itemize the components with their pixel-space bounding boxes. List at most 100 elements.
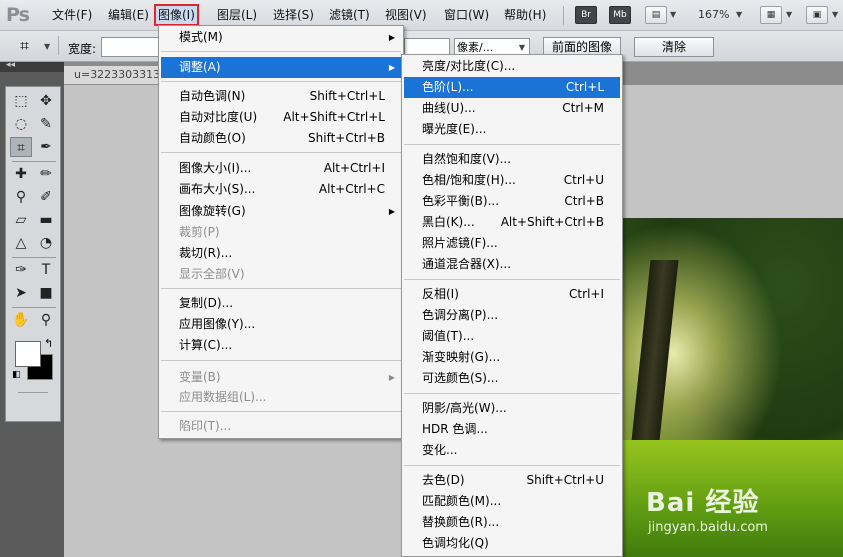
mini-bridge-button[interactable]: Mb	[609, 6, 631, 24]
menu-item-auto-contrast[interactable]: 自动对比度(U) Alt+Shift+Ctrl+L	[161, 107, 401, 128]
menu-help[interactable]: 帮助(H)	[501, 5, 549, 25]
brush-tool-icon[interactable]: ✏	[35, 164, 57, 184]
menu-item-label: 色相/饱和度(H)...	[422, 173, 516, 187]
crop-tool-icon[interactable]: ⌗	[20, 36, 29, 56]
menu-item-mode[interactable]: 模式(M) ▶	[161, 27, 401, 48]
menu-item-adjust[interactable]: 调整(A) ▶	[161, 57, 401, 78]
menu-item-auto-color[interactable]: 自动颜色(O) Shift+Ctrl+B	[161, 128, 401, 149]
screen-mode-icon[interactable]: ▣	[806, 6, 828, 24]
shortcut: Shift+Ctrl+B	[308, 131, 385, 145]
image-menu: 模式(M) ▶ 调整(A) ▶ 自动色调(N) Shift+Ctrl+L 自动对比度(…	[158, 25, 404, 439]
menu-edit[interactable]: 编辑(E)	[105, 5, 152, 25]
menu-item-auto-tone[interactable]: 自动色调(N) Shift+Ctrl+L	[161, 86, 401, 107]
menu-item-image-size[interactable]: 图像大小(I)... Alt+Ctrl+I	[161, 158, 401, 179]
clone-stamp-icon[interactable]: ⚲	[10, 187, 32, 207]
shortcut: Ctrl+M	[562, 101, 604, 115]
menu-item-variations[interactable]: 变化...	[404, 440, 620, 461]
hand-tool-icon[interactable]: ✋	[10, 310, 32, 330]
menu-filter[interactable]: 滤镜(T)	[326, 5, 373, 25]
menu-item-label: 自然饱和度(V)...	[422, 152, 512, 166]
eraser-tool-icon[interactable]: ▱	[10, 210, 32, 230]
width-input[interactable]	[101, 37, 161, 57]
menu-item-label: 自动对比度(U)	[179, 110, 258, 124]
menu-item-replace-color[interactable]: 替换颜色(R)...	[404, 512, 620, 533]
menu-item-label: 反相(I)	[422, 287, 459, 301]
menu-item-duplicate[interactable]: 复制(D)...	[161, 293, 401, 314]
shortcut: Alt+Shift+Ctrl+L	[283, 110, 385, 124]
menu-item-apply-image[interactable]: 应用图像(Y)...	[161, 314, 401, 335]
menu-separator	[161, 288, 401, 289]
menu-window[interactable]: 窗口(W)	[441, 5, 492, 25]
chevron-down-icon[interactable]: ▼	[832, 10, 838, 19]
menu-item-curves[interactable]: 曲线(U)... Ctrl+M	[404, 98, 620, 119]
dodge-tool-icon[interactable]: ◔	[35, 233, 57, 253]
clear-button[interactable]: 清除	[634, 37, 714, 57]
menu-select[interactable]: 选择(S)	[270, 5, 317, 25]
chevron-down-icon[interactable]: ▼	[44, 42, 50, 51]
menu-item-hdr-toning[interactable]: HDR 色调...	[404, 419, 620, 440]
document-tab[interactable]: u=3223303313	[64, 66, 164, 84]
menu-item-image-rotation[interactable]: 图像旋转(G) ▶	[161, 201, 401, 222]
menu-item-match-color[interactable]: 匹配颜色(M)...	[404, 491, 620, 512]
healing-brush-icon[interactable]: ✚	[10, 164, 32, 184]
menu-item-calculations[interactable]: 计算(C)...	[161, 335, 401, 356]
shape-tool-icon[interactable]: ■	[35, 283, 57, 303]
collapse-icon[interactable]: ◂◂	[6, 60, 15, 70]
menu-item-desaturate[interactable]: 去色(D) Shift+Ctrl+U	[404, 470, 620, 491]
gradient-tool-icon[interactable]: ▬	[35, 210, 57, 230]
menu-item-label: 画布大小(S)...	[179, 182, 256, 196]
eyedropper-tool-icon[interactable]: ✒	[35, 137, 57, 157]
foreground-color-swatch[interactable]	[15, 341, 41, 367]
bridge-button[interactable]: Br	[575, 6, 597, 24]
menu-separator	[404, 465, 620, 466]
menu-separator	[404, 393, 620, 394]
menu-view[interactable]: 视图(V)	[382, 5, 430, 25]
tool-divider	[12, 161, 56, 162]
path-select-icon[interactable]: ➤	[10, 283, 32, 303]
chevron-down-icon[interactable]: ▼	[670, 10, 676, 19]
menu-item-channel-mixer[interactable]: 通道混合器(X)...	[404, 254, 620, 275]
type-tool-icon[interactable]: T	[35, 260, 57, 280]
toolbox-header[interactable]: ◂◂	[0, 60, 64, 72]
menu-item-gradient-map[interactable]: 渐变映射(G)...	[404, 347, 620, 368]
menu-item-selective-color[interactable]: 可选颜色(S)...	[404, 368, 620, 389]
menu-item-shadows-highlights[interactable]: 阴影/高光(W)...	[404, 398, 620, 419]
default-colors-icon[interactable]: ◧	[12, 370, 21, 380]
menu-file[interactable]: 文件(F)	[49, 5, 95, 25]
quick-select-tool-icon[interactable]: ✎	[35, 114, 57, 134]
zoom-level[interactable]: 167%	[698, 8, 729, 21]
history-brush-icon[interactable]: ✐	[35, 187, 57, 207]
chevron-down-icon[interactable]: ▼	[786, 10, 792, 19]
film-strip-icon[interactable]: ▤	[645, 6, 667, 24]
menu-item-brightness-contrast[interactable]: 亮度/对比度(C)...	[404, 56, 620, 77]
menu-item-posterize[interactable]: 色调分离(P)...	[404, 305, 620, 326]
menu-item-equalize[interactable]: 色调均化(Q)	[404, 533, 620, 554]
submenu-arrow-icon: ▶	[388, 207, 395, 216]
lasso-tool-icon[interactable]: ◌	[10, 114, 32, 134]
shortcut: Ctrl+B	[564, 194, 604, 208]
menu-layer[interactable]: 图层(L)	[214, 5, 260, 25]
menu-item-vibrance[interactable]: 自然饱和度(V)...	[404, 149, 620, 170]
menu-item-canvas-size[interactable]: 画布大小(S)... Alt+Ctrl+C	[161, 179, 401, 200]
menu-item-invert[interactable]: 反相(I) Ctrl+I	[404, 284, 620, 305]
menu-item-color-balance[interactable]: 色彩平衡(B)... Ctrl+B	[404, 191, 620, 212]
menu-item-levels[interactable]: 色阶(L)... Ctrl+L	[404, 77, 620, 98]
move-tool-icon[interactable]: ✥	[35, 91, 57, 111]
chevron-down-icon[interactable]: ▼	[736, 10, 742, 19]
menu-item-threshold[interactable]: 阈值(T)...	[404, 326, 620, 347]
menu-item-trim[interactable]: 裁切(R)...	[161, 243, 401, 264]
blur-tool-icon[interactable]: △	[10, 233, 32, 253]
arrange-documents-icon[interactable]: ▦	[760, 6, 782, 24]
menu-item-black-white[interactable]: 黑白(K)... Alt+Shift+Ctrl+B	[404, 212, 620, 233]
menu-item-label: 图像旋转(G)	[179, 204, 246, 218]
menu-item-hue-saturation[interactable]: 色相/饱和度(H)... Ctrl+U	[404, 170, 620, 191]
swap-colors-icon[interactable]: ↰	[44, 337, 53, 350]
zoom-tool-icon[interactable]: ⚲	[35, 310, 57, 330]
crop-tool-icon[interactable]: ⌗	[10, 137, 32, 157]
marquee-tool-icon[interactable]: ⬚	[10, 91, 32, 111]
menu-item-exposure[interactable]: 曝光度(E)...	[404, 119, 620, 140]
menu-image[interactable]: 图像(I)	[154, 4, 199, 26]
pen-tool-icon[interactable]: ✑	[10, 260, 32, 280]
tool-divider	[12, 307, 56, 308]
menu-item-photo-filter[interactable]: 照片滤镜(F)...	[404, 233, 620, 254]
